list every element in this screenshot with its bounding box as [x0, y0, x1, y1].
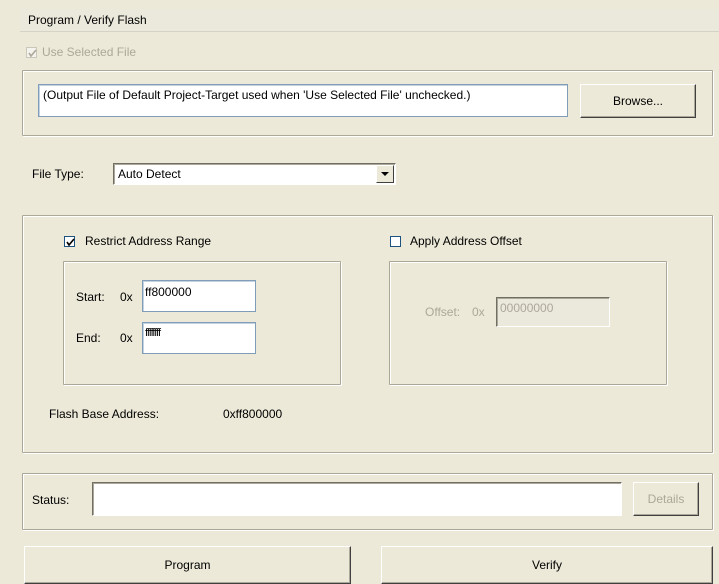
end-prefix: 0x [120, 331, 133, 345]
end-address-value: ffffffff [145, 327, 161, 339]
chevron-down-icon [381, 172, 389, 176]
flash-base-label: Flash Base Address: [49, 407, 160, 421]
start-address-field[interactable]: ff800000 [142, 280, 256, 312]
start-prefix: 0x [120, 290, 133, 304]
file-type-select[interactable]: Auto Detect [113, 163, 396, 185]
file-type-label: File Type: [32, 167, 84, 181]
end-label: End: [76, 331, 101, 345]
details-button[interactable]: Details [633, 482, 699, 516]
dropdown-button[interactable] [376, 165, 394, 183]
end-address-field[interactable]: ffffffff [142, 322, 256, 354]
apply-offset-label: Apply Address Offset [410, 234, 522, 248]
panel-title: Program / Verify Flash [28, 13, 147, 27]
restrict-address-checkbox[interactable] [64, 236, 75, 247]
start-address-value: ff800000 [145, 285, 192, 299]
checkmark-icon [28, 49, 37, 58]
use-selected-file-checkbox[interactable] [26, 47, 37, 58]
restrict-address-label: Restrict Address Range [85, 234, 212, 248]
status-field [92, 482, 622, 516]
use-selected-file-label: Use Selected File [42, 45, 137, 59]
panel-header: Program / Verify Flash [20, 9, 719, 32]
file-path-text: (Output File of Default Project-Target u… [43, 88, 471, 102]
offset-value: 00000000 [500, 301, 554, 315]
apply-offset-checkbox[interactable] [390, 236, 401, 247]
offset-label: Offset: [425, 305, 461, 319]
flash-base-value: 0xff800000 [223, 407, 283, 421]
file-path-field[interactable]: (Output File of Default Project-Target u… [38, 84, 568, 117]
browse-button[interactable]: Browse... [580, 84, 696, 118]
status-label: Status: [32, 493, 70, 507]
offset-field[interactable]: 00000000 [496, 297, 610, 327]
file-type-value: Auto Detect [118, 167, 181, 181]
start-label: Start: [76, 290, 105, 304]
checkmark-icon [66, 238, 75, 247]
program-button[interactable]: Program [24, 546, 351, 584]
verify-button[interactable]: Verify [381, 546, 713, 584]
offset-prefix: 0x [472, 305, 485, 319]
